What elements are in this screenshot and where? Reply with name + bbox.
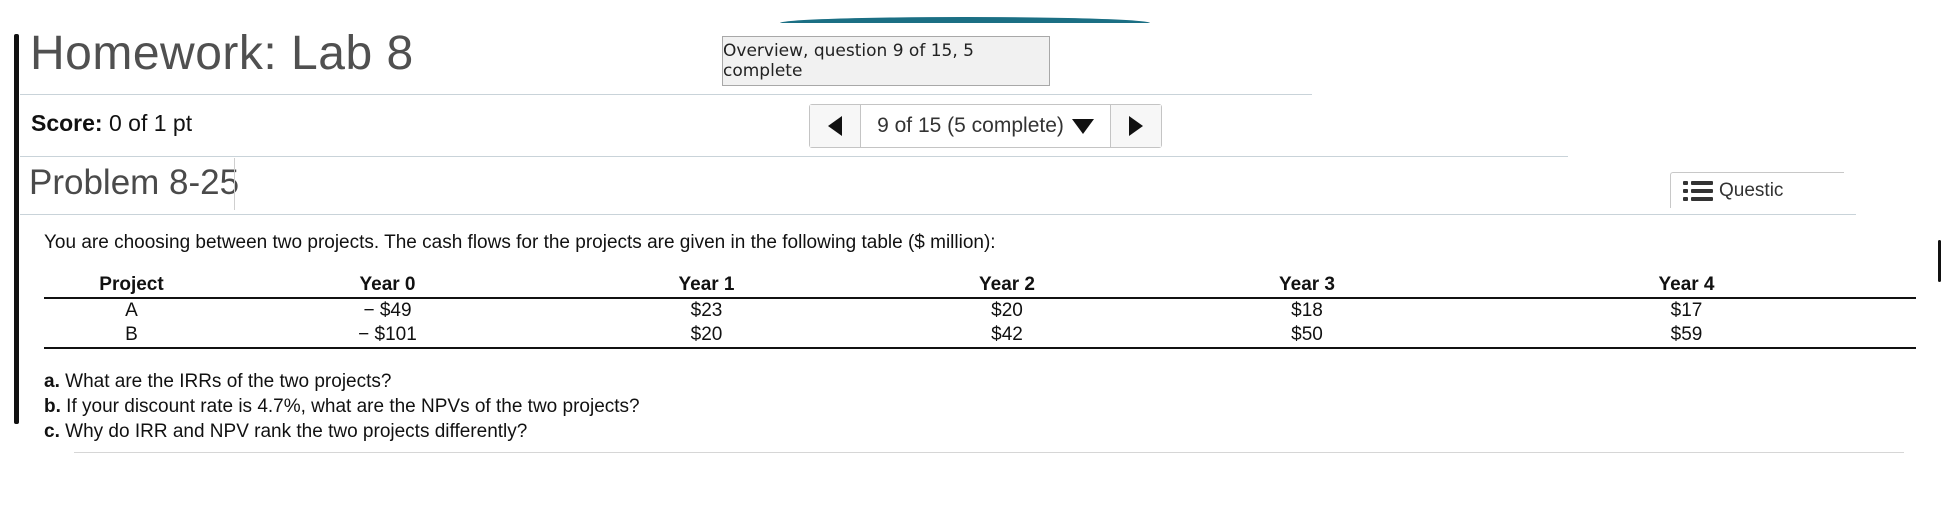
score-divider	[20, 156, 1568, 157]
column-header: Year 3	[1157, 273, 1457, 299]
overview-button[interactable]: Overview, question 9 of 15, 5 complete	[722, 36, 1050, 86]
homework-title: Homework: Lab 8	[30, 27, 414, 80]
column-header: Year 4	[1457, 273, 1916, 299]
column-header: Year 2	[857, 273, 1157, 299]
column-header: Project	[44, 273, 219, 299]
questions-button-label: Questic	[1719, 179, 1784, 201]
table-cell: $17	[1670, 300, 1703, 321]
part-letter: c.	[44, 421, 60, 442]
table-row: B − $101 $20 $42 $50 $59	[44, 323, 1916, 349]
column-header: Year 0	[219, 273, 556, 299]
table-row: A − $49 $23 $20 $18 $17	[44, 298, 1916, 323]
problem-prompt: You are choosing between two projects. T…	[44, 232, 996, 253]
next-question-button[interactable]	[1110, 105, 1161, 147]
triangle-down-icon	[1071, 118, 1094, 134]
score: Score: 0 of 1 pt	[31, 110, 192, 137]
question-dropdown-label: 9 of 15 (5 complete)	[877, 114, 1064, 137]
table-header-row: Project Year 0 Year 1 Year 2 Year 3 Year…	[44, 273, 1916, 299]
part-letter: b.	[44, 396, 61, 417]
cash-flow-table: Project Year 0 Year 1 Year 2 Year 3 Year…	[44, 273, 1916, 349]
problem-divider	[20, 214, 1856, 215]
table-cell: $42	[857, 323, 1157, 349]
list-icon	[1683, 180, 1713, 202]
table-cell: $50	[1157, 323, 1457, 349]
part-text: What are the IRRs of the two projects?	[65, 371, 392, 392]
table-cell: − $101	[219, 323, 556, 349]
table-cell: − $49	[363, 300, 412, 321]
table-cell: $59	[1457, 323, 1916, 349]
problem-title: Problem 8-25	[29, 163, 240, 202]
triangle-right-icon	[1129, 116, 1143, 136]
question-part-c: c. Why do IRR and NPV rank the two proje…	[44, 419, 640, 444]
table-cell: $20	[991, 300, 1023, 321]
part-text: Why do IRR and NPV rank the two projects…	[65, 421, 528, 442]
bottom-divider	[74, 452, 1904, 453]
table-cell: $18	[1291, 300, 1323, 321]
score-value: 0 of 1 pt	[108, 110, 193, 136]
header-divider	[20, 94, 1312, 95]
triangle-left-icon	[828, 116, 842, 136]
part-text: If your discount rate is 4.7%, what are …	[66, 396, 640, 417]
question-part-a: a. What are the IRRs of the two projects…	[44, 369, 640, 394]
part-letter: a.	[44, 371, 60, 392]
question-dropdown[interactable]: 9 of 15 (5 complete)	[861, 105, 1110, 147]
question-navigator: 9 of 15 (5 complete)	[809, 104, 1162, 148]
table-cell: B	[44, 323, 219, 349]
table-cell: $20	[556, 323, 857, 349]
score-label: Score:	[31, 110, 103, 136]
table-cell: $23	[690, 300, 723, 321]
questions-button[interactable]: Questic	[1670, 172, 1844, 208]
problem-title-divider	[234, 158, 235, 210]
top-accent-bar	[780, 17, 1150, 23]
page-edge	[14, 34, 19, 424]
table-cell: A	[125, 300, 138, 321]
page-edge-mark	[1938, 240, 1941, 282]
column-header: Year 1	[556, 273, 857, 299]
question-part-b: b. If your discount rate is 4.7%, what a…	[44, 394, 640, 419]
previous-question-button[interactable]	[810, 105, 861, 147]
question-parts: a. What are the IRRs of the two projects…	[44, 369, 640, 444]
